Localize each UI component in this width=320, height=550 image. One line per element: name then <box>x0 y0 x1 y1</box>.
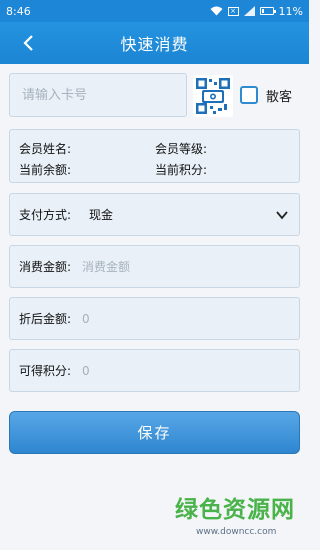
payment-method-value: 现金 <box>89 208 114 222</box>
points-label: 当前积分: <box>155 163 208 177</box>
chevron-down-icon <box>276 211 288 220</box>
status-icons: × 11% <box>210 5 303 18</box>
earn-points-label: 可得积分: <box>19 364 72 378</box>
discount-amount-value: 0 <box>82 311 90 326</box>
amount-label: 消费金额: <box>19 260 72 274</box>
member-info-panel: 会员姓名: 会员等级: 当前余额: 当前积分: <box>9 129 300 183</box>
payment-method-select[interactable]: 支付方式: 现金 <box>9 193 300 236</box>
discount-amount-label: 折后金额: <box>19 312 72 326</box>
chevron-left-icon <box>23 35 33 51</box>
wifi-icon <box>210 6 223 16</box>
card-number-input[interactable] <box>10 74 186 116</box>
member-level-label: 会员等级: <box>155 142 208 156</box>
status-bar: 8:46 × 11% <box>0 0 309 22</box>
battery-icon <box>259 7 276 15</box>
back-button[interactable] <box>16 31 40 55</box>
status-time: 8:46 <box>6 4 31 18</box>
signal-icon <box>243 6 255 16</box>
watermark-url: www.downcc.com <box>196 527 277 537</box>
earn-points-field: 可得积分: 0 <box>9 349 300 392</box>
payment-method-label: 支付方式: <box>19 208 72 222</box>
amount-field[interactable]: 消费金额: 消费金额 <box>9 245 300 288</box>
balance-label: 当前余额: <box>19 163 72 177</box>
page-title: 快速消费 <box>120 35 189 54</box>
guest-checkbox[interactable] <box>240 86 258 104</box>
save-button-label: 保存 <box>137 424 172 442</box>
guest-label[interactable]: 散客 <box>266 86 292 105</box>
amount-input[interactable]: 消费金额 <box>82 258 130 275</box>
title-bar: 快速消费 <box>0 22 309 64</box>
qr-scan-icon <box>194 76 232 116</box>
save-button[interactable]: 保存 <box>9 411 300 454</box>
no-sim-icon: × <box>227 6 239 16</box>
member-name-label: 会员姓名: <box>19 142 72 156</box>
earn-points-value: 0 <box>82 363 90 378</box>
scan-button[interactable] <box>193 75 233 117</box>
battery-percent: 11% <box>278 4 303 18</box>
discount-amount-field: 折后金额: 0 <box>9 297 300 340</box>
watermark-title: 绿色资源网 <box>175 497 295 523</box>
card-number-field[interactable] <box>9 73 187 117</box>
